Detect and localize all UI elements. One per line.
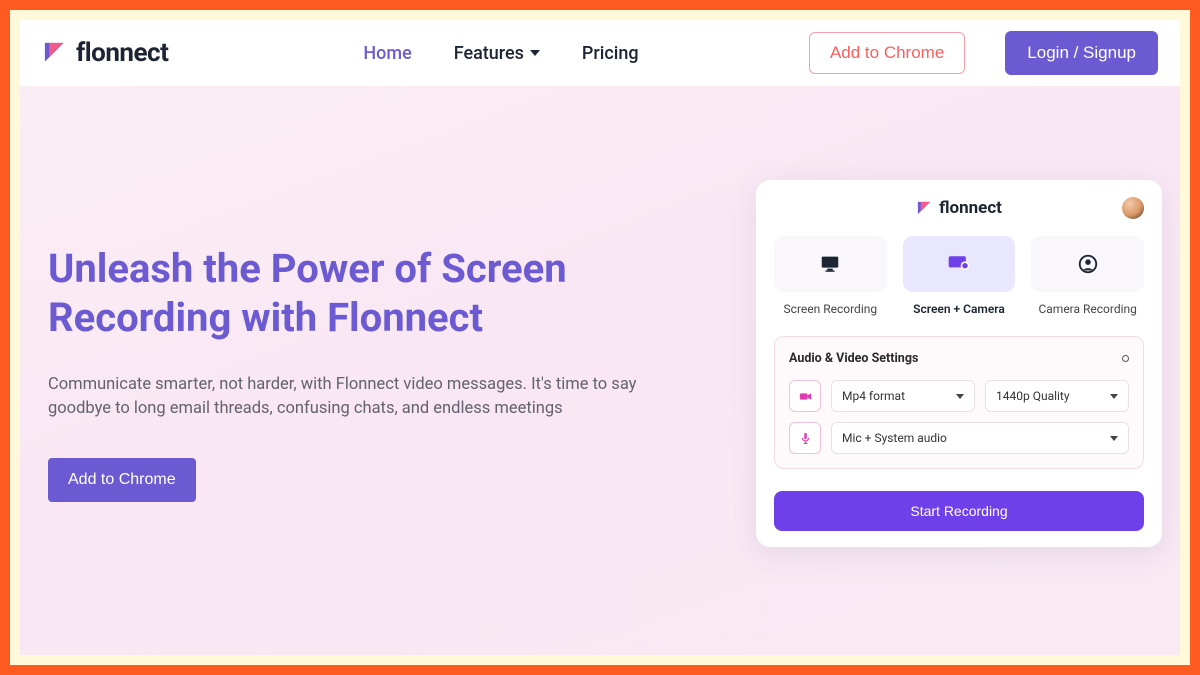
mode-camera-recording[interactable]: Camera Recording: [1031, 236, 1144, 316]
info-icon[interactable]: [1122, 355, 1129, 362]
format-select-value: Mp4 format: [842, 389, 905, 403]
panel-brand-text: flonnect: [939, 198, 1002, 218]
mode-screen-label: Screen Recording: [784, 302, 878, 316]
panel-brand: flonnect: [916, 198, 1002, 218]
quality-select[interactable]: 1440p Quality: [985, 380, 1129, 412]
panel-header: flonnect: [774, 198, 1144, 218]
microphone-icon: [798, 431, 813, 446]
mode-camera-label: Camera Recording: [1038, 302, 1136, 316]
header: flonnect Home Features Pricing Add to Ch…: [20, 20, 1180, 86]
nav-pricing-label: Pricing: [582, 43, 639, 64]
quality-select-value: 1440p Quality: [996, 389, 1070, 403]
format-select[interactable]: Mp4 format: [831, 380, 975, 412]
settings-header: Audio & Video Settings: [789, 351, 1129, 366]
av-settings: Audio & Video Settings Mp4 format: [774, 336, 1144, 469]
audio-select[interactable]: Mic + System audio: [831, 422, 1129, 454]
mode-screen-recording[interactable]: Screen Recording: [774, 236, 887, 316]
brand-name: flonnect: [76, 38, 168, 68]
recording-panel: flonnect Screen Recording: [756, 180, 1162, 547]
chevron-down-icon: [956, 394, 964, 399]
settings-title: Audio & Video Settings: [789, 351, 918, 366]
nav-features[interactable]: Features: [454, 43, 540, 64]
start-recording-button[interactable]: Start Recording: [774, 491, 1144, 531]
video-camera-icon: [798, 389, 813, 404]
avatar[interactable]: [1122, 197, 1144, 219]
hero-section: Unleash the Power of Screen Recording wi…: [48, 245, 688, 502]
brand-logo[interactable]: flonnect: [42, 38, 168, 68]
person-circle-icon: [1076, 253, 1100, 275]
login-signup-button[interactable]: Login / Signup: [1005, 31, 1158, 75]
chevron-down-icon: [530, 50, 540, 56]
monitor-icon: [818, 253, 842, 275]
audio-settings-icon-box: [789, 422, 821, 454]
chevron-down-icon: [1110, 394, 1118, 399]
nav-pricing[interactable]: Pricing: [582, 43, 639, 64]
nav-home[interactable]: Home: [363, 43, 411, 64]
flonnect-logo-icon: [42, 40, 68, 66]
mode-selector: Screen Recording Screen + Camera: [774, 236, 1144, 316]
main-nav: Home Features Pricing: [363, 43, 638, 64]
audio-select-value: Mic + System audio: [842, 431, 947, 445]
add-to-chrome-hero-button[interactable]: Add to Chrome: [48, 458, 196, 502]
add-to-chrome-header-button[interactable]: Add to Chrome: [809, 32, 965, 74]
flonnect-logo-icon: [916, 200, 933, 217]
mode-screen-camera[interactable]: Screen + Camera: [903, 236, 1016, 316]
hero-subtitle: Communicate smarter, not harder, with Fl…: [48, 373, 668, 423]
video-settings-icon-box: [789, 380, 821, 412]
chevron-down-icon: [1110, 436, 1118, 441]
screen-camera-icon: [947, 253, 971, 275]
mode-screen-camera-label: Screen + Camera: [913, 302, 1005, 316]
nav-features-label: Features: [454, 43, 524, 64]
nav-home-label: Home: [363, 43, 411, 64]
header-actions: Add to Chrome Login / Signup: [809, 31, 1158, 75]
hero-title: Unleash the Power of Screen Recording wi…: [48, 245, 688, 343]
